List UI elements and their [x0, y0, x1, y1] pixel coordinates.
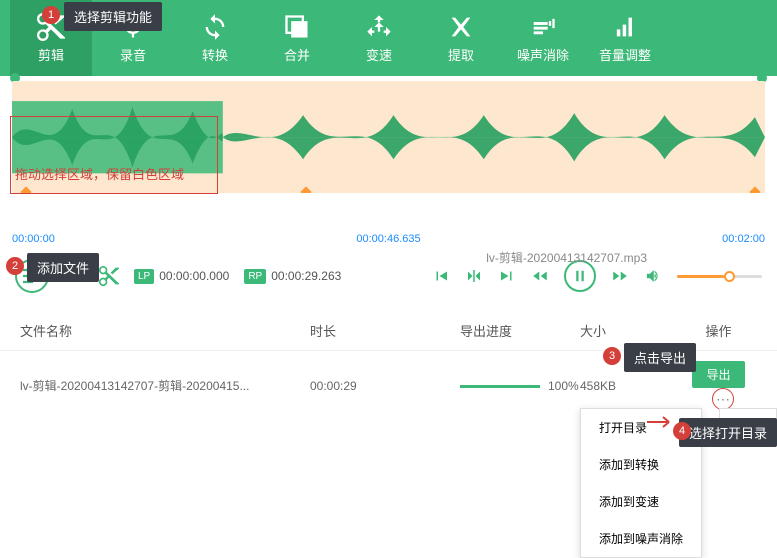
tab-label: 变速	[366, 45, 392, 64]
tab-volume[interactable]: 音量调整	[584, 0, 666, 76]
tab-extract[interactable]: 提取	[420, 0, 502, 76]
time-end: 00:02:00	[722, 233, 765, 251]
volume-icon[interactable]	[644, 267, 662, 285]
th-name: 文件名称	[20, 321, 310, 340]
tooltip-export: 点击导出	[624, 343, 696, 372]
controls-row: lv-剪辑-20200413142707.mp3 LP 00:00:00.000…	[0, 251, 777, 301]
cell-size: 458KB	[580, 379, 680, 393]
red-arrow-2	[647, 416, 677, 428]
menu-add-convert[interactable]: 添加到转换	[581, 446, 701, 483]
cell-dur: 00:00:29	[310, 379, 460, 393]
current-filename: lv-剪辑-20200413142707.mp3	[486, 249, 647, 266]
time-mid: 00:00:46.635	[356, 233, 420, 245]
rp-badge[interactable]: RP	[244, 269, 266, 284]
step-badge-1: 1	[42, 6, 60, 24]
th-dur: 时长	[310, 321, 460, 340]
step-badge-3: 3	[603, 347, 621, 365]
lp-badge[interactable]: LP	[134, 269, 154, 284]
th-op: 操作	[680, 321, 757, 340]
pause-icon	[571, 267, 589, 285]
forward-icon[interactable]	[611, 267, 629, 285]
tab-noise[interactable]: 噪声消除	[502, 0, 584, 76]
volume-slider[interactable]	[677, 275, 762, 278]
tab-label: 噪声消除	[517, 45, 569, 64]
tab-label: 音量调整	[599, 45, 651, 64]
menu-add-speed[interactable]: 添加到变速	[581, 483, 701, 520]
rp-time: 00:00:29.263	[271, 269, 341, 283]
more-button[interactable]: ⋯	[712, 388, 734, 410]
trim-in-icon[interactable]	[465, 267, 483, 285]
tooltip-select-cut: 选择剪辑功能	[64, 2, 162, 31]
scissors-icon[interactable]	[99, 266, 119, 286]
waveform-area: 拖动选择区域，保留白色区域	[0, 76, 777, 231]
menu-add-noise[interactable]: 添加到噪声消除	[581, 520, 701, 557]
tab-merge[interactable]: 合并	[256, 0, 338, 76]
rewind-icon[interactable]	[531, 267, 549, 285]
tooltip-open-dir: 选择打开目录	[679, 418, 777, 447]
tab-label: 转换	[202, 45, 228, 64]
tab-convert[interactable]: 转换	[174, 0, 256, 76]
step-badge-4: 4	[673, 422, 691, 440]
cell-name: lv-剪辑-20200413142707-剪辑-20200415...	[20, 377, 310, 394]
step-badge-2: 2	[6, 257, 24, 275]
annotation-text: 拖动选择区域，保留白色区域	[15, 164, 184, 183]
timeline: 00:00:00 00:00:46.635 00:02:00	[12, 233, 765, 251]
tab-label: 提取	[448, 45, 474, 64]
export-button[interactable]: 导出	[692, 361, 744, 388]
tooltip-add-file: 添加文件	[27, 253, 99, 282]
skip-end-icon[interactable]	[498, 267, 516, 285]
time-start: 00:00:00	[12, 233, 55, 251]
cell-prog: 100%	[460, 379, 580, 393]
tab-label: 剪辑	[38, 45, 64, 64]
tab-label: 合并	[284, 45, 310, 64]
skip-start-icon[interactable]	[432, 267, 450, 285]
tab-speed[interactable]: 变速	[338, 0, 420, 76]
th-prog: 导出进度	[460, 321, 580, 340]
lp-time: 00:00:00.000	[159, 269, 229, 283]
tab-label: 录音	[120, 45, 146, 64]
th-size: 大小	[580, 321, 680, 340]
